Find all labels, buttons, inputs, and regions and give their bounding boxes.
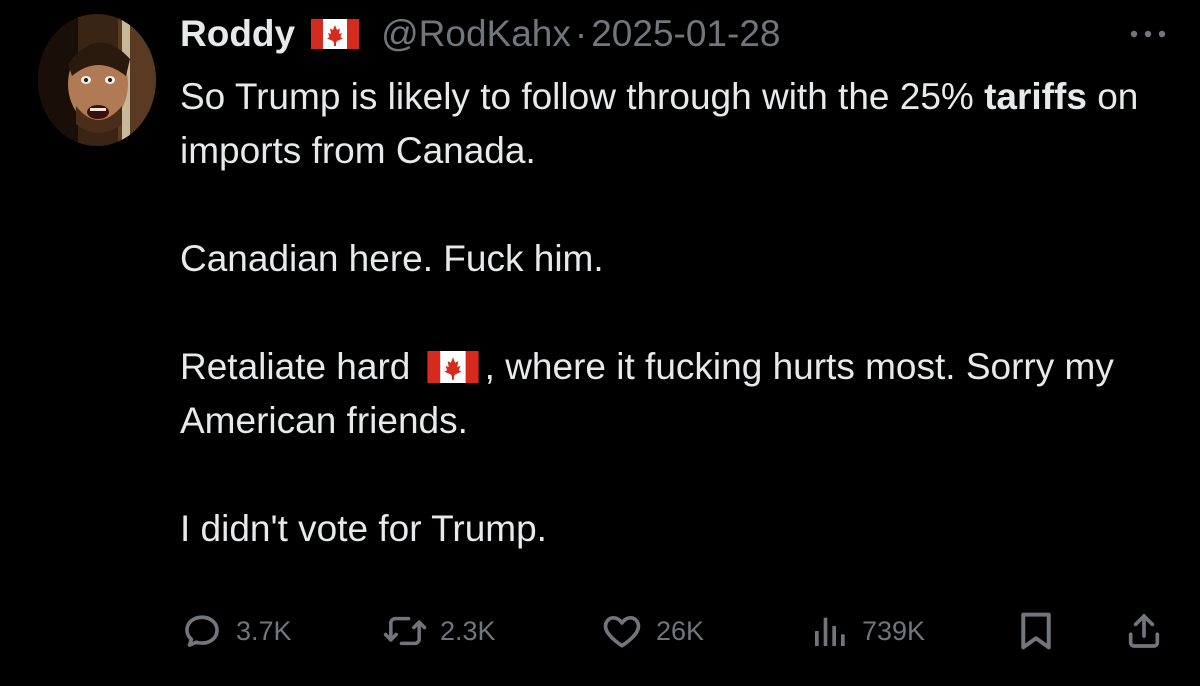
tweet-header: Roddy @RodKahx · 2025-01-28 bbox=[180, 12, 780, 56]
tweet-text-segment: Retaliate hard bbox=[180, 346, 421, 387]
timestamp[interactable]: 2025-01-28 bbox=[591, 12, 780, 56]
more-icon[interactable] bbox=[1126, 24, 1170, 44]
reply-count: 3.7K bbox=[236, 615, 292, 646]
repost-button[interactable]: 2.3K bbox=[382, 606, 496, 656]
repost-icon bbox=[382, 609, 428, 653]
views-count: 739K bbox=[862, 615, 926, 646]
like-icon bbox=[600, 609, 644, 653]
tweet-paragraph-2: Canadian here. Fuck him. bbox=[180, 238, 604, 279]
action-bar: 3.7K 2.3K 26K 739K bbox=[180, 606, 1180, 656]
tweet-text-segment: So Trump is likely to follow through wit… bbox=[180, 76, 985, 117]
tweet: Roddy @RodKahx · 2025-01-28 So Trump is … bbox=[0, 0, 1200, 686]
tweet-paragraph-3: Retaliate hard , where it fucking hurts … bbox=[180, 340, 1170, 448]
avatar[interactable] bbox=[38, 14, 156, 146]
tweet-bold-keyword: tariffs bbox=[984, 76, 1087, 117]
bookmark-button[interactable] bbox=[1016, 606, 1056, 656]
separator-dot: · bbox=[574, 13, 588, 54]
like-button[interactable]: 26K bbox=[600, 606, 704, 656]
avatar-image bbox=[38, 14, 156, 146]
tweet-paragraph-4: I didn't vote for Trump. bbox=[180, 508, 547, 549]
display-name[interactable]: Roddy bbox=[180, 12, 295, 56]
share-icon bbox=[1124, 609, 1164, 653]
bookmark-icon bbox=[1016, 609, 1056, 653]
tweet-text: So Trump is likely to follow through wit… bbox=[180, 70, 1170, 556]
reply-icon bbox=[180, 609, 224, 653]
like-count: 26K bbox=[656, 615, 705, 646]
views-button[interactable]: 739K bbox=[810, 606, 925, 656]
tweet-paragraph-1: So Trump is likely to follow through wit… bbox=[180, 70, 1170, 178]
repost-count: 2.3K bbox=[440, 615, 496, 646]
canadian-flag-icon bbox=[311, 19, 360, 49]
reply-button[interactable]: 3.7K bbox=[180, 606, 292, 656]
views-icon bbox=[810, 611, 850, 651]
share-button[interactable] bbox=[1124, 606, 1164, 656]
canadian-flag-icon bbox=[427, 351, 479, 383]
handle[interactable]: @RodKahx bbox=[381, 12, 571, 56]
